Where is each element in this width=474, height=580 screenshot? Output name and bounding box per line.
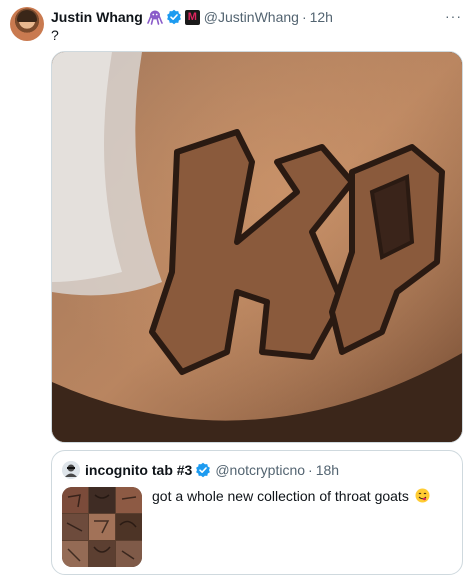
tweet-media-image[interactable] <box>51 51 463 443</box>
octopus-icon <box>146 9 163 25</box>
tweet-header: Justin Whang M @JustinWhang · 12h <box>51 8 458 26</box>
separator-dot: · <box>308 462 313 478</box>
quote-author-avatar[interactable] <box>62 461 80 479</box>
face-savoring-food-emoji <box>415 488 430 503</box>
more-icon[interactable]: ··· <box>445 8 462 24</box>
quoted-tweet[interactable]: incognito tab #3 @notcrypticno · 18h got… <box>51 450 463 575</box>
quote-author-handle[interactable]: @notcrypticno <box>215 462 305 478</box>
separator-dot: · <box>301 9 307 25</box>
verified-icon <box>195 462 211 478</box>
quote-header: incognito tab #3 @notcrypticno · 18h <box>85 461 339 479</box>
quote-timestamp[interactable]: 18h <box>316 462 339 478</box>
quote-media-thumbnail[interactable] <box>62 487 142 567</box>
author-handle[interactable]: @JustinWhang <box>204 9 299 25</box>
author-avatar[interactable] <box>10 7 44 41</box>
tweet-timestamp[interactable]: 12h <box>310 9 333 25</box>
author-name[interactable]: Justin Whang <box>51 9 143 25</box>
verified-icon <box>166 9 182 25</box>
quote-text-body: got a whole new collection of throat goa… <box>152 488 409 504</box>
quote-author-name[interactable]: incognito tab #3 <box>85 462 192 478</box>
m-badge-icon: M <box>184 9 200 25</box>
quote-text: got a whole new collection of throat goa… <box>152 488 430 504</box>
tweet-text: ? <box>51 27 59 43</box>
